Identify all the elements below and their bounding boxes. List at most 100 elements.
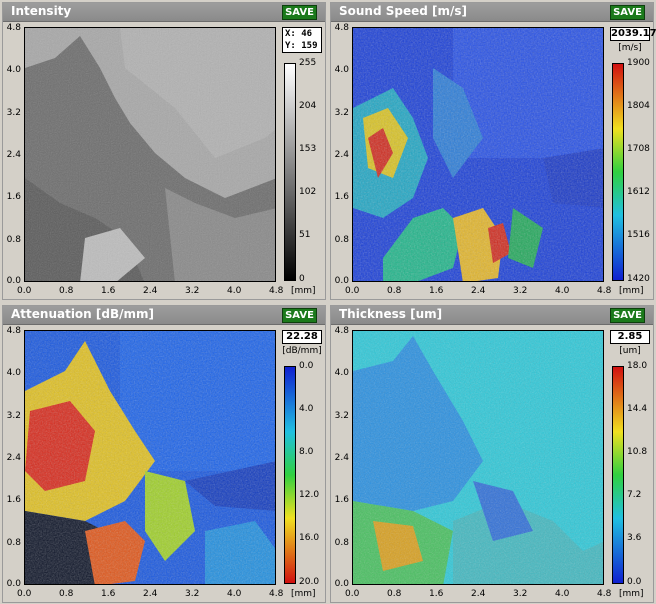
y-tick: 0.8 xyxy=(334,538,349,548)
save-button[interactable]: SAVE xyxy=(610,308,645,323)
x-tick: 1.6 xyxy=(429,589,444,599)
colorbar-tick: 204 xyxy=(299,101,317,111)
x-tick: 0.0 xyxy=(17,589,32,599)
y-tick: 3.2 xyxy=(334,108,349,118)
colorbar-tick: 51 xyxy=(299,230,311,240)
x-tick: 4.0 xyxy=(227,589,242,599)
cursor-readout: X: 46 Y: 159 xyxy=(282,27,322,53)
x-tick: 1.6 xyxy=(101,589,116,599)
y-tick: 3.2 xyxy=(334,411,349,421)
colorbar-tick: 0.0 xyxy=(627,577,642,587)
y-tick: 0.8 xyxy=(6,538,21,548)
cursor-y-readout: Y: 159 xyxy=(285,41,318,51)
sound-speed-titlebar: Sound Speed [m/s] SAVE xyxy=(331,3,653,22)
x-tick: 1.6 xyxy=(429,286,444,296)
save-button[interactable]: SAVE xyxy=(610,5,645,20)
colorbar-tick: 8.0 xyxy=(299,447,314,457)
intensity-titlebar: Intensity SAVE xyxy=(3,3,325,22)
colorbar-tick: 0 xyxy=(299,274,305,284)
save-button[interactable]: SAVE xyxy=(282,5,317,20)
attenuation-map[interactable] xyxy=(24,330,276,585)
x-tick: 0.8 xyxy=(59,286,74,296)
x-tick: 4.8 xyxy=(597,589,612,599)
y-tick: 4.0 xyxy=(334,65,349,75)
x-tick: 0.8 xyxy=(387,286,402,296)
panel-title: Attenuation [dB/mm] xyxy=(11,307,154,321)
value-readout: 2039.17 xyxy=(610,27,656,41)
y-tick: 2.4 xyxy=(6,453,21,463)
colorbar-tick: 10.8 xyxy=(627,447,648,457)
x-tick: 3.2 xyxy=(185,589,200,599)
axis-unit-label: [mm] xyxy=(291,589,316,599)
colorbar-tick: 14.4 xyxy=(627,404,648,414)
axis-unit-label: [mm] xyxy=(619,286,644,296)
axis-unit-label: [mm] xyxy=(291,286,316,296)
panel-title: Thickness [um] xyxy=(339,307,443,321)
x-tick: 4.0 xyxy=(555,286,570,296)
colorbar-tick: 1900 xyxy=(627,58,650,68)
save-button[interactable]: SAVE xyxy=(282,308,317,323)
colorbar-tick: 7.2 xyxy=(627,490,642,500)
x-tick: 1.6 xyxy=(101,286,116,296)
colorbar-tick: 102 xyxy=(299,187,317,197)
x-tick: 3.2 xyxy=(185,286,200,296)
attenuation-panel: Attenuation [dB/mm] SAVE 4.8 4.0 3.2 2.4… xyxy=(2,305,326,603)
colorbar-tick: 12.0 xyxy=(299,490,320,500)
y-tick: 2.4 xyxy=(6,150,21,160)
colorbar-tick: 3.6 xyxy=(627,533,642,543)
x-tick: 4.0 xyxy=(227,286,242,296)
x-tick: 4.8 xyxy=(269,286,284,296)
colorbar-tick: 153 xyxy=(299,144,317,154)
colorbar-tick: 1420 xyxy=(627,274,650,284)
x-tick: 2.4 xyxy=(471,589,486,599)
sound-speed-panel: Sound Speed [m/s] SAVE 4.8 4.0 3.2 2.4 1… xyxy=(330,2,656,300)
attenuation-colorbar xyxy=(284,366,296,584)
colorbar-tick: 1516 xyxy=(627,230,650,240)
y-tick: 0.8 xyxy=(6,235,21,245)
x-tick: 3.2 xyxy=(513,286,528,296)
y-tick: 2.4 xyxy=(334,150,349,160)
y-tick: 1.6 xyxy=(334,495,349,505)
y-tick: 0.8 xyxy=(334,235,349,245)
thickness-map[interactable] xyxy=(352,330,604,585)
y-tick: 3.2 xyxy=(6,411,21,421)
panel-title: Sound Speed [m/s] xyxy=(339,4,468,18)
y-tick: 1.6 xyxy=(6,495,21,505)
x-tick: 4.0 xyxy=(555,589,570,599)
value-readout: 22.28 xyxy=(282,330,322,344)
x-tick: 0.0 xyxy=(17,286,32,296)
y-tick: 4.8 xyxy=(6,326,21,336)
value-readout: 2.85 xyxy=(610,330,650,344)
y-tick: 0.0 xyxy=(6,276,21,286)
y-tick: 0.0 xyxy=(334,579,349,589)
y-tick: 4.8 xyxy=(334,23,349,33)
x-tick: 0.8 xyxy=(59,589,74,599)
y-tick: 0.0 xyxy=(334,276,349,286)
x-tick: 4.8 xyxy=(597,286,612,296)
x-tick: 2.4 xyxy=(471,286,486,296)
grayscale-colorbar xyxy=(284,63,296,281)
x-tick: 0.0 xyxy=(345,286,360,296)
y-tick: 3.2 xyxy=(6,108,21,118)
colorbar-tick: 18.0 xyxy=(627,361,648,371)
sound-speed-map[interactable] xyxy=(352,27,604,282)
unit-label: [um] xyxy=(619,346,641,356)
unit-label: [dB/mm] xyxy=(282,346,322,356)
y-tick: 4.0 xyxy=(334,368,349,378)
thickness-titlebar: Thickness [um] SAVE xyxy=(331,306,653,325)
cursor-x-readout: X: 46 xyxy=(285,29,313,39)
thickness-panel: Thickness [um] SAVE 4.8 4.0 3.2 2.4 1.6 xyxy=(330,305,654,603)
unit-label: [m/s] xyxy=(618,43,642,53)
intensity-panel: Intensity SAVE 4.8 4.0 3.2 2.4 1.6 0.8 0… xyxy=(2,2,326,300)
colorbar-tick: 1708 xyxy=(627,144,650,154)
y-tick: 2.4 xyxy=(334,453,349,463)
intensity-image[interactable] xyxy=(24,27,276,282)
y-tick: 4.0 xyxy=(6,368,21,378)
panel-title: Intensity xyxy=(11,4,72,18)
y-tick: 4.8 xyxy=(334,326,349,336)
x-tick: 2.4 xyxy=(143,286,158,296)
colorbar-tick: 255 xyxy=(299,58,317,68)
colorbar-tick: 0.0 xyxy=(299,361,314,371)
y-tick: 4.8 xyxy=(6,23,21,33)
y-tick: 1.6 xyxy=(6,192,21,202)
